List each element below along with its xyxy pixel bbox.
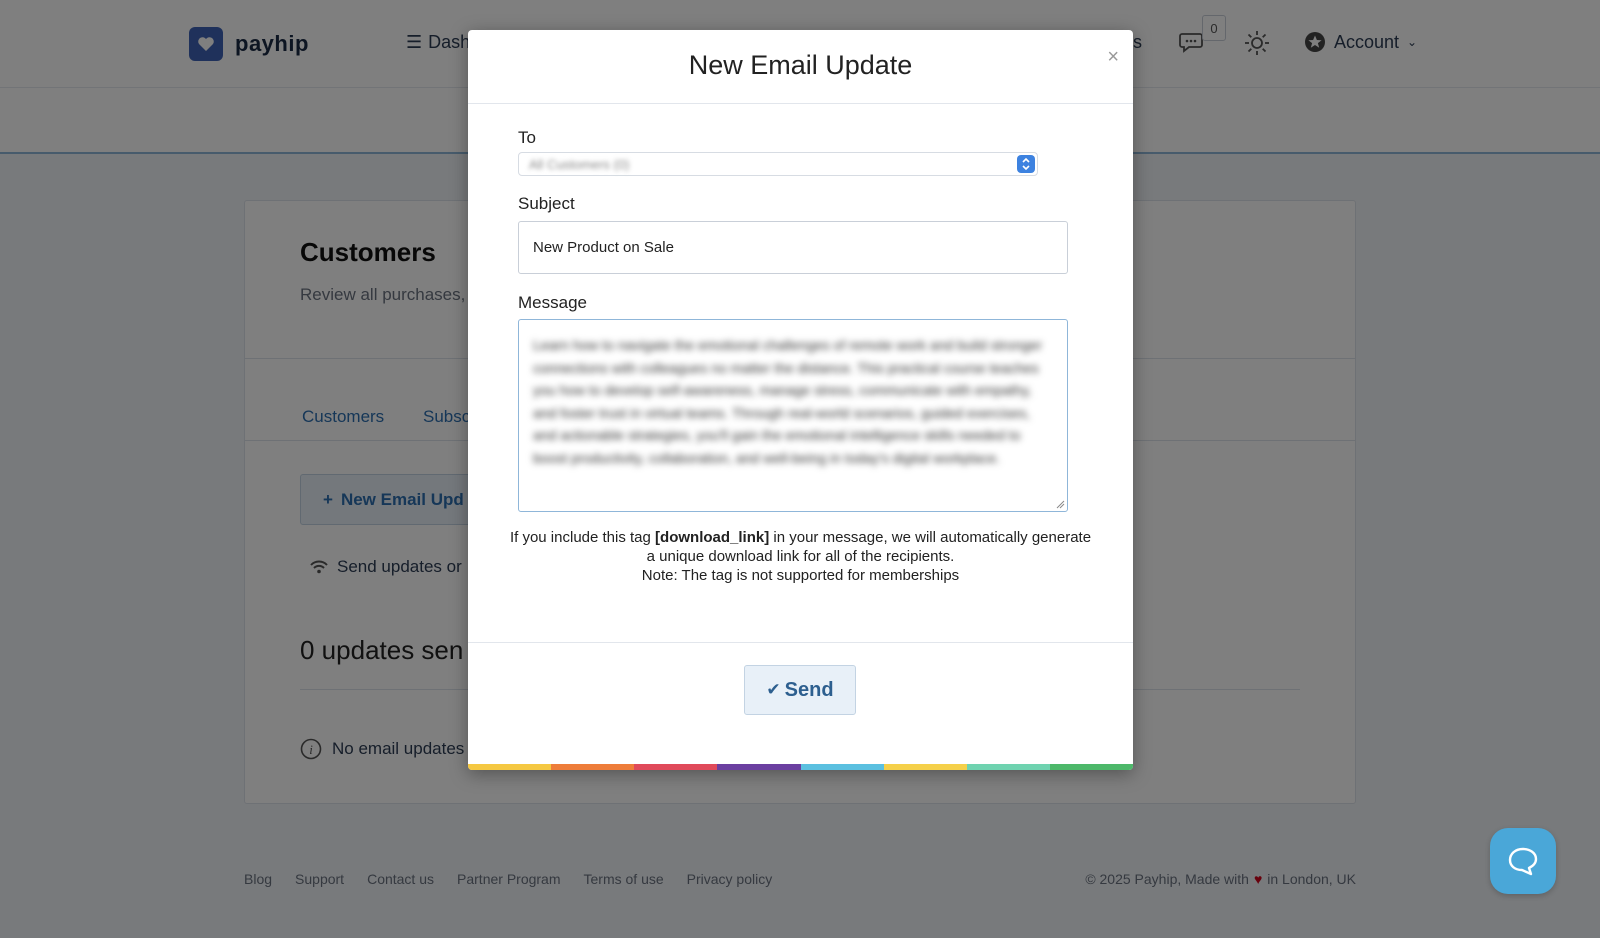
stripe-segment <box>800 764 884 770</box>
modal-footer-divider <box>468 642 1133 643</box>
chat-help-icon <box>1508 847 1538 876</box>
recipients-select-value: All Customers (0) <box>529 156 630 172</box>
resize-handle-icon[interactable] <box>1055 499 1065 509</box>
subject-input[interactable] <box>518 221 1068 274</box>
stripe-segment <box>883 764 967 770</box>
select-arrows-icon <box>1017 155 1035 173</box>
stripe-segment <box>966 764 1050 770</box>
help-note: Note: The tag is not supported for membe… <box>641 567 960 584</box>
checkmark-icon: ✔ <box>766 680 781 699</box>
download-link-tag: [download_link] <box>655 529 770 546</box>
modal-header: New Email Update × <box>468 30 1133 104</box>
stripe-segment <box>634 764 718 770</box>
message-label: Message <box>518 293 587 312</box>
help-text-before: If you include this tag <box>509 529 651 546</box>
send-button[interactable]: ✔ Send <box>744 665 856 715</box>
stripe-segment <box>717 764 801 770</box>
close-icon[interactable]: × <box>1107 46 1119 69</box>
new-email-update-modal: New Email Update × To All Customers (0) … <box>468 30 1133 770</box>
download-link-help: If you include this tag [download_link] … <box>508 528 1093 585</box>
message-text: Learn how to navigate the emotional chal… <box>533 337 1042 466</box>
to-label: To <box>518 128 536 147</box>
color-stripe <box>468 764 1133 770</box>
help-chat-button[interactable] <box>1490 828 1556 894</box>
recipients-select[interactable]: All Customers (0) <box>518 152 1038 176</box>
send-label: Send <box>784 678 834 701</box>
stripe-segment <box>1049 764 1133 770</box>
modal-title: New Email Update <box>688 50 913 80</box>
message-textarea[interactable]: Learn how to navigate the emotional chal… <box>518 319 1068 512</box>
stripe-segment <box>551 764 635 770</box>
subject-label: Subject <box>518 194 575 213</box>
stripe-segment <box>468 764 552 770</box>
